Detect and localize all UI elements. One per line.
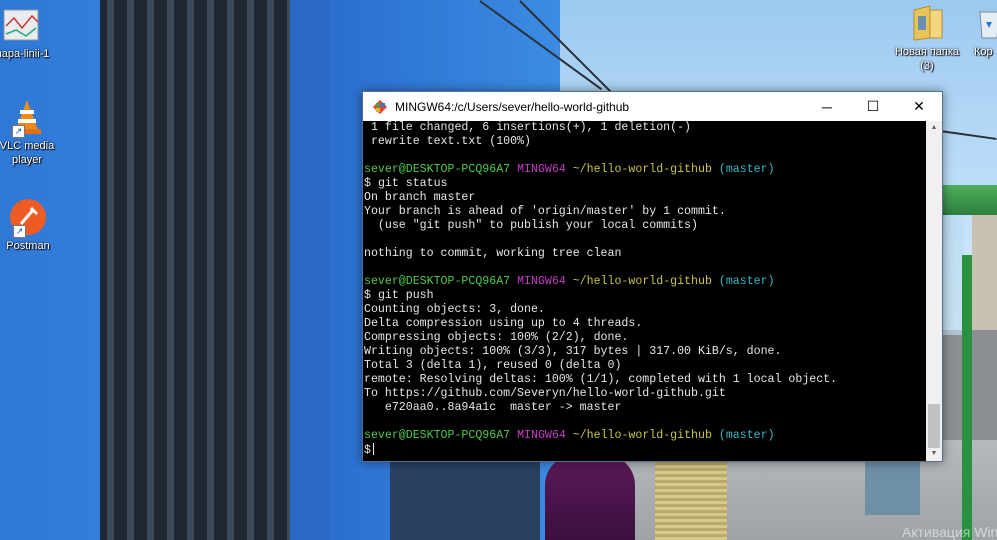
desktop-icon-label: Postman [6,240,50,252]
prompt-line: sever@DESKTOP-PCQ96A7 MINGW64 ~/hello-wo… [364,275,927,289]
scroll-down-arrow-icon[interactable]: ▼ [926,447,942,461]
output-line: e720aa0..8a94a1c master -> master [364,401,622,414]
desktop-icon-vlc[interactable]: ↗ VLC media player [0,98,60,167]
prompt-path: ~/hello-world-github [572,275,712,288]
command-line: $ git push [364,289,927,303]
prompt-path: ~/hello-world-github [572,429,712,442]
window-title: MINGW64:/c/Users/sever/hello-world-githu… [395,99,630,114]
desktop-icon-label: Новая папка (3) [894,46,960,72]
output-line: Delta compression using up to 4 threads. [364,317,643,330]
prompt-symbol: $ [364,444,371,457]
desktop-icon-new-folder[interactable]: Новая папка (3) [892,4,962,73]
prompt-branch: (master) [718,163,775,176]
desktop-icon-label: mapa-linii-1 [0,48,50,60]
output-line: Your branch is ahead of 'origin/master' … [364,205,726,218]
shortcut-arrow-icon: ↗ [13,225,26,238]
prompt-shell: MINGW64 [517,429,566,442]
vertical-scrollbar[interactable]: ▲ ▼ [926,121,942,461]
window-titlebar[interactable]: MINGW64:/c/Users/sever/hello-world-githu… [363,92,942,121]
prompt-line: sever@DESKTOP-PCQ96A7 MINGW64 ~/hello-wo… [364,429,927,443]
shortcut-arrow-icon: ↗ [12,125,25,138]
terminal-console[interactable]: 1 file changed, 6 insertions(+), 1 delet… [363,121,927,461]
scroll-up-arrow-icon[interactable]: ▲ [926,121,942,135]
active-command-line[interactable]: $ [364,443,927,457]
command-line: $ git status [364,177,927,191]
output-line: On branch master [364,191,476,204]
prompt-shell: MINGW64 [517,163,566,176]
recycle-bin-icon [976,4,997,42]
folder-icon [908,4,946,42]
scrollbar-thumb[interactable] [928,404,940,448]
prompt-user-host: sever@DESKTOP-PCQ96A7 [364,163,511,176]
map-icon [2,6,40,44]
activation-watermark: Активация Wind [902,524,997,540]
vlc-cone-icon: ↗ [8,98,46,138]
output-line: rewrite text.txt (100%) [364,135,531,148]
minimize-button[interactable]: ─ [804,92,850,121]
command-text: git status [377,177,448,190]
output-line: Compressing objects: 100% (2/2), done. [364,331,629,344]
prompt-path: ~/hello-world-github [572,163,712,176]
prompt-branch: (master) [718,275,775,288]
git-diamond-icon [372,99,388,115]
desktop-icon-recycle-bin[interactable]: Кор [970,4,997,59]
output-line: remote: Resolving deltas: 100% (1/1), co… [364,373,838,386]
postman-icon: ↗ [9,198,47,238]
output-line: Writing objects: 100% (3/3), 317 bytes |… [364,345,782,358]
output-line: 1 file changed, 6 insertions(+), 1 delet… [364,121,691,134]
prompt-symbol: $ [364,289,371,302]
prompt-user-host: sever@DESKTOP-PCQ96A7 [364,275,511,288]
output-line: (use "git push" to publish your local co… [364,219,698,232]
desktop-icon-map[interactable]: mapa-linii-1 [0,6,54,61]
prompt-symbol: $ [364,177,371,190]
command-text: git push [377,289,434,302]
output-line: nothing to commit, working tree clean [364,247,622,260]
prompt-shell: MINGW64 [517,275,566,288]
desktop-icon-postman[interactable]: ↗ Postman [0,198,61,253]
prompt-user-host: sever@DESKTOP-PCQ96A7 [364,429,511,442]
close-button[interactable]: ✕ [896,92,942,121]
output-line: Total 3 (delta 1), reused 0 (delta 0) [364,359,622,372]
prompt-line: sever@DESKTOP-PCQ96A7 MINGW64 ~/hello-wo… [364,163,927,177]
maximize-button[interactable]: ☐ [850,92,896,121]
output-line: To https://github.com/Severyn/hello-worl… [364,387,726,400]
desktop-icon-label: Кор [974,46,993,58]
output-line: Counting objects: 3, done. [364,303,545,316]
prompt-branch: (master) [718,429,775,442]
text-cursor [372,443,374,455]
desktop-icon-label: VLC media player [0,140,55,166]
terminal-window[interactable]: MINGW64:/c/Users/sever/hello-world-githu… [362,91,943,462]
